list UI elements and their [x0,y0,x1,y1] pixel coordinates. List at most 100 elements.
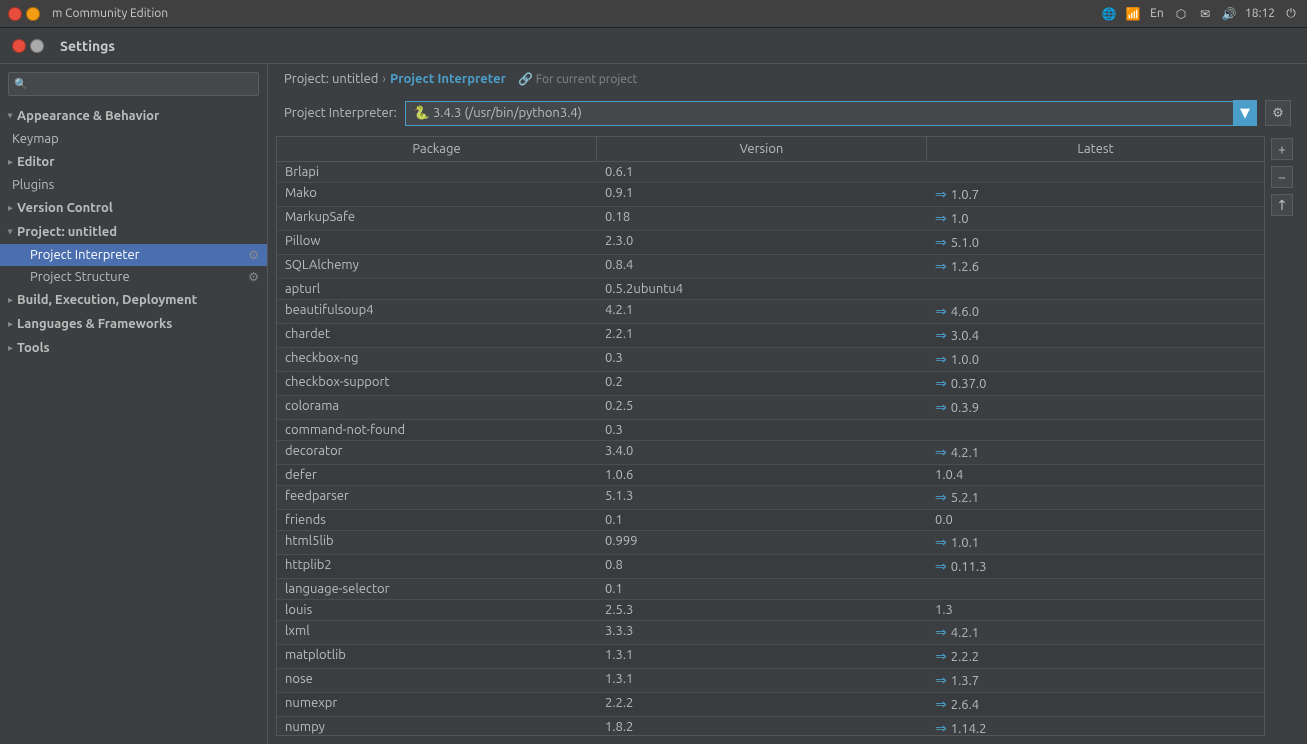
table-row[interactable]: apturl0.5.2ubuntu4 [277,279,1264,300]
upgrade-arrow-icon: ⇒ [935,258,947,275]
table-row[interactable]: Brlapi0.6.1 [277,162,1264,183]
package-version: 0.18 [597,207,927,230]
col-package: Package [277,137,597,161]
sidebar-item-keymap[interactable]: Keymap [0,128,267,150]
package-name: command-not-found [277,420,597,440]
sidebar-item-build-execution[interactable]: ▸Build, Execution, Deployment [0,288,267,312]
package-latest: ⇒ 5.1.0 [927,231,1264,254]
table-row[interactable]: html5lib0.999⇒1.0.1 [277,531,1264,555]
table-row[interactable]: nose1.3.1⇒1.3.7 [277,669,1264,693]
table-row[interactable]: checkbox-ng0.3⇒1.0.0 [277,348,1264,372]
package-version: 0.1 [597,510,927,530]
package-latest: ⇒1.0.0 [927,348,1264,371]
upgrade-arrow-icon: ⇒ [935,696,947,713]
table-row[interactable]: colorama0.2.5⇒0.3.9 [277,396,1264,420]
table-row[interactable]: MarkupSafe0.18⇒1.0 [277,207,1264,231]
window-controls[interactable] [8,7,40,21]
sidebar-item-label: Languages & Frameworks [17,317,172,331]
settings-title: Settings [60,38,115,54]
sidebar-item-languages-frameworks[interactable]: ▸Languages & Frameworks [0,312,267,336]
package-version: 0.2 [597,372,927,395]
table-row[interactable]: defer1.0.61.0.4 [277,465,1264,486]
package-version: 5.1.3 [597,486,927,509]
sidebar-item-plugins[interactable]: Plugins [0,174,267,196]
app-title: m Community Edition [52,7,168,20]
package-version: 0.5.2ubuntu4 [597,279,927,299]
dialog-close-button[interactable] [12,39,26,53]
package-version: 0.8.4 [597,255,927,278]
remove-package-button[interactable]: − [1271,166,1293,188]
table-row[interactable]: Mako0.9.1⇒1.0.7 [277,183,1264,207]
upgrade-arrow-icon: ⇒ [935,489,947,506]
latest-version: 1.0 [951,212,969,226]
package-latest [927,579,1264,599]
sidebar-item-appearance[interactable]: ▸Appearance & Behavior [0,104,267,128]
package-version: 1.0.6 [597,465,927,485]
table-row[interactable]: feedparser5.1.3⇒5.2.1 [277,486,1264,510]
breadcrumb: Project: untitled › Project Interpreter … [268,64,1307,94]
package-name: numexpr [277,693,597,716]
upgrade-arrow-icon: ⇒ [935,234,947,251]
search-box[interactable]: 🔍 [8,72,259,96]
package-latest: 0.0 [927,510,1264,530]
package-name: friends [277,510,597,530]
package-latest: ⇒1.14.2 [927,717,1264,735]
nav-container: ▸Appearance & BehaviorKeymap▸EditorPlugi… [0,104,267,360]
volume-icon: 🔊 [1221,6,1237,22]
sidebar-item-version-control[interactable]: ▸Version Control [0,196,267,220]
dialog-min-button[interactable] [30,39,44,53]
upgrade-arrow-icon: ⇒ [935,624,947,641]
minimize-button[interactable] [26,7,40,21]
dialog-controls[interactable] [12,39,44,53]
latest-version: 1.0.1 [951,536,979,550]
package-name: Pillow [277,231,597,254]
table-row[interactable]: language-selector0.1 [277,579,1264,600]
package-latest: ⇒4.6.0 [927,300,1264,323]
package-name: louis [277,600,597,620]
upgrade-arrow-icon: ⇒ [935,186,947,203]
table-row[interactable]: matplotlib1.3.1⇒2.2.2 [277,645,1264,669]
search-input[interactable] [8,72,259,96]
sidebar-item-tools[interactable]: ▸Tools [0,336,267,360]
package-latest: ⇒2.2.2 [927,645,1264,668]
table-row[interactable]: beautifulsoup44.2.1⇒4.6.0 [277,300,1264,324]
sidebar-item-label: Build, Execution, Deployment [17,293,197,307]
interpreter-dropdown-button[interactable]: ▼ [1233,100,1257,126]
package-latest: 1.3 [927,600,1264,620]
upgrade-package-button[interactable]: ↑ [1271,194,1293,216]
table-row[interactable]: louis2.5.31.3 [277,600,1264,621]
package-latest: ⇒0.11.3 [927,555,1264,578]
sidebar-item-project-structure[interactable]: Project Structure⚙ [0,266,267,288]
table-row[interactable]: numpy1.8.2⇒1.14.2 [277,717,1264,735]
table-row[interactable]: chardet2.2.1⇒3.0.4 [277,324,1264,348]
table-row[interactable]: checkbox-support0.2⇒0.37.0 [277,372,1264,396]
latest-version: 2.2.2 [951,650,979,664]
table-row[interactable]: lxml3.3.3⇒4.2.1 [277,621,1264,645]
table-row[interactable]: httplib20.8⇒0.11.3 [277,555,1264,579]
table-row[interactable]: SQLAlchemy0.8.4⇒1.2.6 [277,255,1264,279]
latest-version: 1.0.7 [951,188,979,202]
table-row[interactable]: numexpr2.2.2⇒2.6.4 [277,693,1264,717]
table-row[interactable]: friends0.10.0 [277,510,1264,531]
add-package-button[interactable]: + [1271,138,1293,160]
interpreter-gear-button[interactable]: ⚙ [1265,100,1291,126]
sidebar-item-label: Version Control [17,201,113,215]
package-name: language-selector [277,579,597,599]
package-name: Brlapi [277,162,597,182]
package-name: decorator [277,441,597,464]
upgrade-arrow-icon: ⇒ [935,375,947,392]
upgrade-arrow-icon: ⇒ [935,672,947,689]
breadcrumb-separator: › [382,72,386,86]
close-button[interactable] [8,7,22,21]
latest-version: 5.1.0 [951,236,979,250]
package-latest [927,162,1264,182]
table-row[interactable]: command-not-found0.3 [277,420,1264,441]
package-name: chardet [277,324,597,347]
sidebar-item-project-untitled[interactable]: ▸Project: untitled [0,220,267,244]
sidebar-item-label: Project Interpreter [30,248,140,262]
sidebar-item-editor[interactable]: ▸Editor [0,150,267,174]
table-row[interactable]: Pillow2.3.0⇒5.1.0 [277,231,1264,255]
package-version: 0.3 [597,420,927,440]
table-row[interactable]: decorator3.4.0⇒4.2.1 [277,441,1264,465]
sidebar-item-project-interpreter[interactable]: Project Interpreter⚙ [0,244,267,266]
